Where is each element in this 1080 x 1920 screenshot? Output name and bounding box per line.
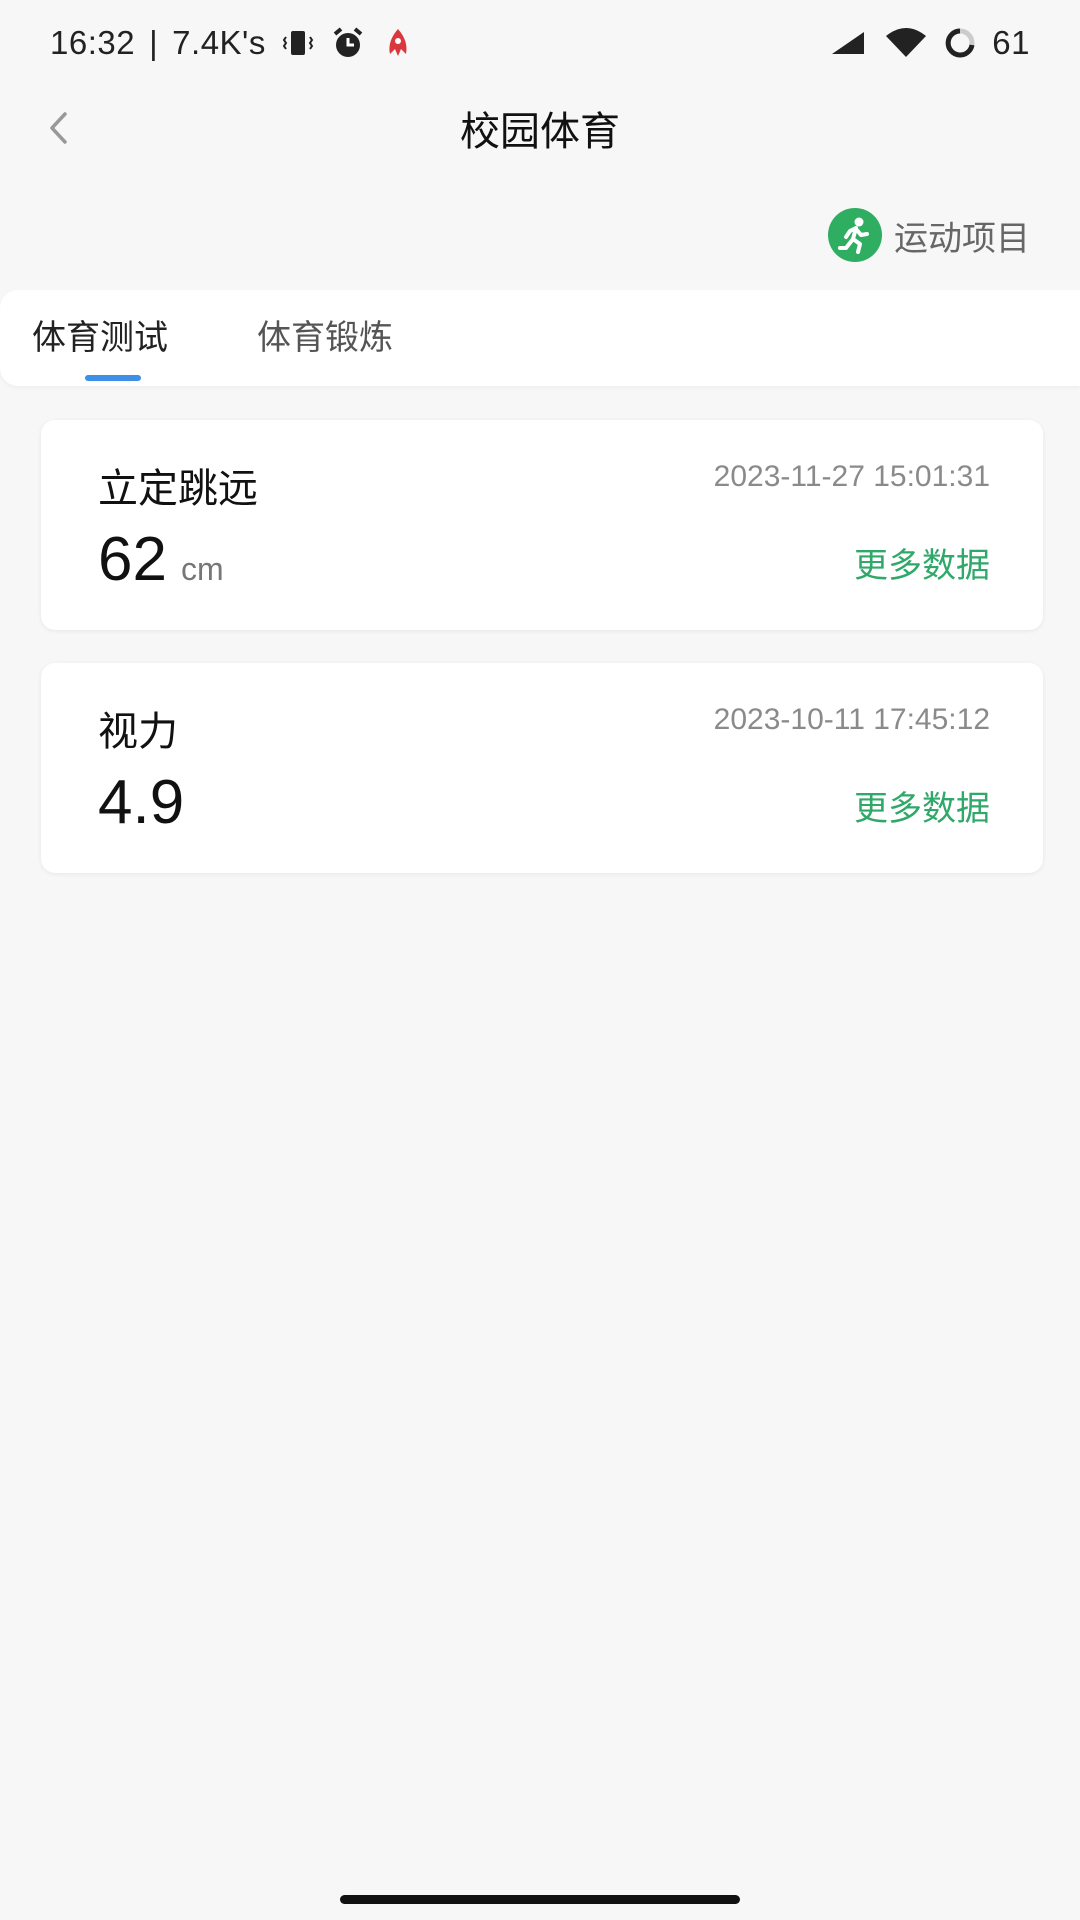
record-card[interactable]: 视力 2023-10-11 17:45:12 4.9 更多数据: [41, 663, 1043, 873]
alarm-icon: [330, 25, 366, 61]
record-name: 立定跳远: [98, 466, 258, 512]
app-header: 校园体育: [0, 86, 1080, 170]
chevron-left-icon: [50, 112, 67, 144]
record-value-number: 62: [98, 525, 167, 594]
back-button[interactable]: [28, 98, 88, 158]
more-data-link[interactable]: 更多数据: [854, 538, 990, 587]
record-value-number: 4.9: [98, 768, 185, 837]
record-card[interactable]: 立定跳远 2023-11-27 15:01:31 62 cm 更多数据: [41, 420, 1043, 630]
status-separator: |: [149, 24, 159, 61]
record-timestamp: 2023-10-11 17:45:12: [713, 703, 990, 736]
battery-level: 61: [992, 24, 1030, 61]
cellular-signal-icon: [826, 25, 870, 61]
more-data-link[interactable]: 更多数据: [854, 781, 990, 830]
running-person-icon: [828, 208, 882, 262]
sport-items-label: 运动项目: [894, 218, 1030, 259]
status-left: 16:32 | 7.4K's: [50, 24, 416, 62]
vibrate-icon: [280, 25, 316, 61]
page-title: 校园体育: [460, 109, 620, 155]
record-value: 4.9: [98, 767, 198, 838]
wifi-icon: [884, 25, 928, 61]
app-notification-icon: [380, 25, 416, 61]
tab-physical-test[interactable]: 体育测试: [32, 310, 168, 366]
tabs-bar: 体育测试 体育锻炼: [0, 290, 1080, 386]
network-speed: 7.4K's: [172, 24, 266, 61]
tab-physical-exercise[interactable]: 体育锻炼: [257, 310, 393, 366]
status-right: 61: [826, 24, 1030, 62]
record-timestamp: 2023-11-27 15:01:31: [713, 460, 990, 493]
battery-icon: [942, 25, 978, 61]
record-value-unit: cm: [180, 551, 224, 587]
sport-items-button[interactable]: 运动项目: [828, 208, 1030, 262]
home-indicator[interactable]: [340, 1895, 740, 1904]
record-name: 视力: [98, 709, 178, 755]
status-time: 16:32: [50, 24, 136, 61]
status-bar: 16:32 | 7.4K's 61: [0, 0, 1080, 86]
record-value: 62 cm: [98, 524, 224, 595]
active-tab-indicator: [85, 375, 141, 381]
